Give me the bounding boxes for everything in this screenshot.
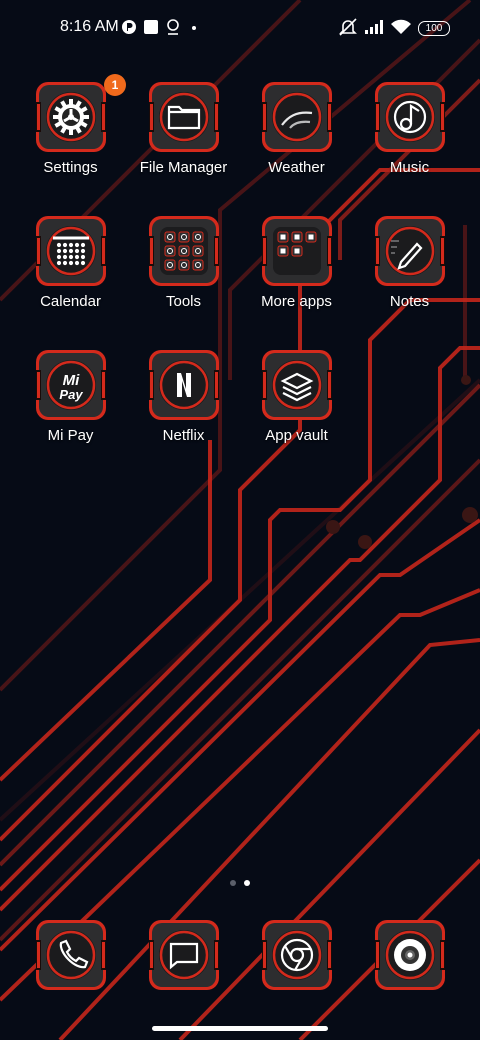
- app-music[interactable]: Music: [353, 80, 466, 190]
- status-bar: 8:16 AM 100: [0, 0, 480, 56]
- battery-icon: 100: [418, 21, 450, 36]
- folder-icon[interactable]: [147, 80, 221, 154]
- mi-pay-icon[interactable]: Mi Pay: [34, 348, 108, 422]
- app-label: Weather: [268, 159, 325, 176]
- calendar-icon[interactable]: [34, 214, 108, 288]
- dock-camera[interactable]: [353, 918, 466, 994]
- app-label: Music: [389, 159, 430, 176]
- dock-message[interactable]: [127, 918, 240, 994]
- app-label: More apps: [261, 293, 332, 310]
- vpn-icon: [122, 20, 136, 34]
- app-label: Calendar: [40, 293, 101, 310]
- app-weather[interactable]: Weather: [240, 80, 353, 190]
- app-app-vault[interactable]: App vault: [240, 348, 353, 458]
- chrome-icon[interactable]: [260, 918, 334, 992]
- app-label: App vault: [265, 427, 328, 444]
- square-icon: [144, 20, 158, 34]
- layers-icon[interactable]: [260, 348, 334, 422]
- clock: 8:16 AM: [60, 18, 119, 35]
- app-notes[interactable]: Notes: [353, 214, 466, 324]
- page-dot-2[interactable]: [244, 880, 250, 886]
- app-mi-pay[interactable]: Mi Pay Mi Pay: [14, 348, 127, 458]
- phone-icon[interactable]: [34, 918, 108, 992]
- message-icon[interactable]: [147, 918, 221, 992]
- page-dot-1[interactable]: [230, 880, 236, 886]
- silent-bell-icon: [339, 18, 357, 36]
- tools-folder-icon[interactable]: [147, 214, 221, 288]
- app-more-apps[interactable]: More apps: [240, 214, 353, 324]
- home-indicator[interactable]: [152, 1026, 328, 1031]
- app-calendar[interactable]: Calendar: [14, 214, 127, 324]
- netflix-icon[interactable]: [147, 348, 221, 422]
- app-label: Netflix: [162, 427, 205, 444]
- app-label: Settings: [43, 159, 98, 176]
- dock-phone[interactable]: [14, 918, 127, 994]
- dock-chrome[interactable]: [240, 918, 353, 994]
- camera-icon[interactable]: [373, 918, 447, 992]
- app-label: File Manager: [139, 159, 228, 176]
- app-label: Notes: [389, 293, 430, 310]
- notification-badge: 1: [104, 74, 126, 96]
- app-settings[interactable]: Settings 1: [14, 74, 127, 190]
- location-pin-icon: [167, 19, 179, 35]
- page-indicator[interactable]: [226, 878, 256, 888]
- battery-level: 100: [425, 23, 443, 34]
- pencil-icon[interactable]: [373, 214, 447, 288]
- app-label: Tools: [165, 293, 202, 310]
- app-tools[interactable]: Tools: [127, 214, 240, 324]
- more-apps-folder-icon[interactable]: [260, 214, 334, 288]
- music-note-icon[interactable]: [373, 80, 447, 154]
- settings-gear-icon[interactable]: [34, 80, 108, 154]
- app-label: Mi Pay: [47, 427, 94, 444]
- app-file-manager[interactable]: File Manager: [127, 80, 240, 190]
- signal-icon: [365, 20, 383, 34]
- app-netflix[interactable]: Netflix: [127, 348, 240, 458]
- svg-text:Pay: Pay: [59, 387, 83, 402]
- dot-icon: [192, 26, 196, 30]
- wifi-icon: [391, 19, 411, 34]
- weather-icon[interactable]: [260, 80, 334, 154]
